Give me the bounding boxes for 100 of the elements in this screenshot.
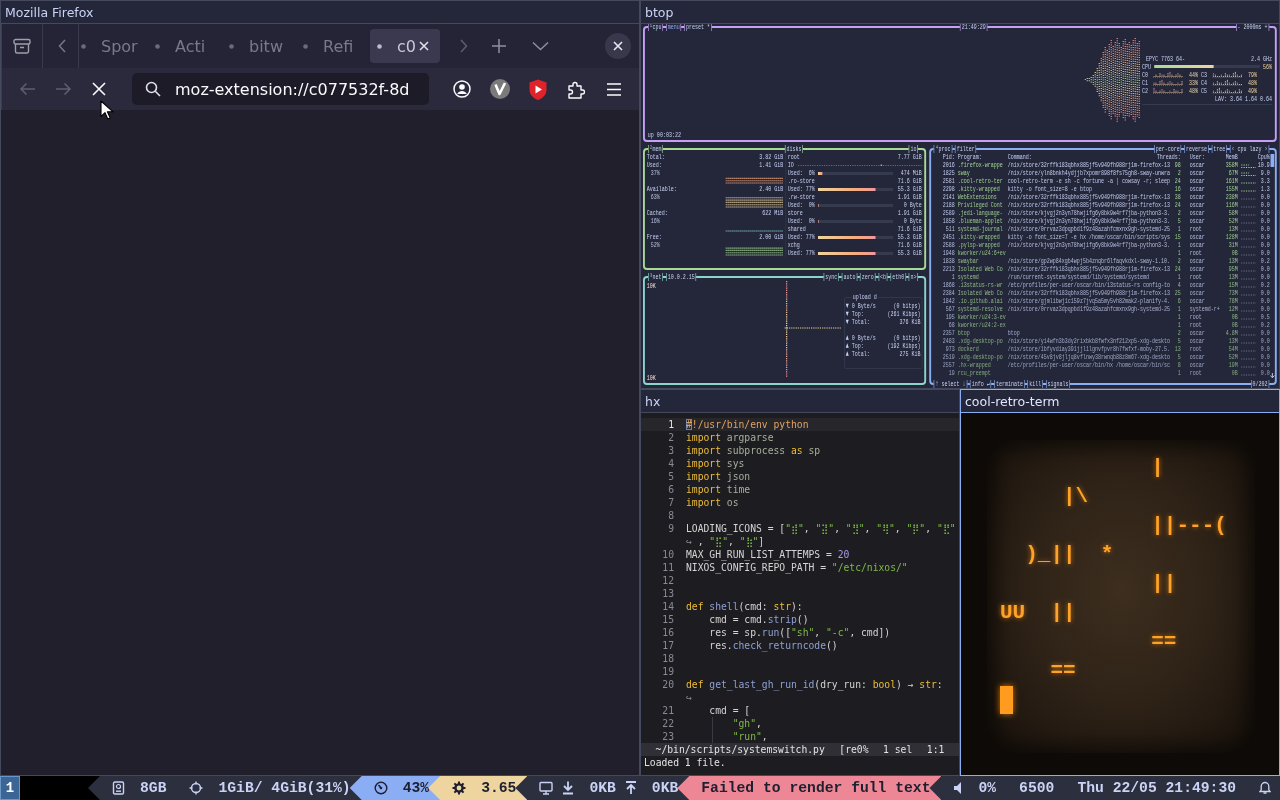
column-header[interactable]: Cpu%: [1237, 153, 1270, 161]
core-percent: 49%: [1247, 86, 1258, 95]
line-number: 7: [667, 496, 674, 509]
table-cell-text: 19M: [1227, 361, 1238, 369]
menu-button[interactable]: menu: [666, 24, 682, 31]
table-cell-text: oscar: [1188, 177, 1206, 185]
scrollbar-thumb[interactable]: [1270, 154, 1275, 167]
net-option[interactable]: eth0: [890, 273, 906, 281]
table-cell-text: 2213: [941, 265, 955, 273]
used-label: Used:: [787, 201, 803, 209]
net-option[interactable]: auto: [841, 273, 858, 281]
table-cell: /nix/store/32rffk183qbhx885jf5v949fh988rj1m-firefox-13: [1007, 289, 1170, 297]
table-cell-text: 0.2: [1259, 257, 1270, 265]
sort-option[interactable]: per-core: [1154, 145, 1182, 153]
table-cell-text: 511: [944, 225, 955, 233]
line-number: 16: [661, 626, 674, 639]
table-cell-text: 15M: [1227, 281, 1238, 289]
disk-name: xchg: [787, 241, 800, 249]
table-cell-text: oscar: [1188, 233, 1206, 241]
memory-value: 2.40 GiB: [759, 185, 784, 193]
table-cell-text: swaybar: [956, 257, 979, 265]
column-header[interactable]: Command:: [1007, 153, 1032, 161]
terminal-text: )_|| *: [1025, 542, 1114, 568]
net-option[interactable]: <b: [878, 273, 888, 281]
preset-button[interactable]: preset *: [684, 24, 712, 31]
table-cell-text: root: [1188, 225, 1203, 233]
core-label: C2: [1142, 86, 1150, 95]
table-cell-text: root: [1188, 321, 1203, 329]
memory-label: Used:: [646, 161, 662, 169]
tab[interactable]: Refi: [296, 29, 366, 63]
table-cell-text: 8: [1176, 361, 1181, 369]
core-label: C4: [1201, 78, 1209, 87]
table-cell-text: 2016: [941, 161, 955, 169]
terminal-text: UU ||: [1000, 600, 1076, 626]
code-line: NIXOS_CONFIG_REPO_PATH = "/etc/nixos/": [686, 561, 908, 574]
table-cell-text: 155M: [1224, 185, 1238, 193]
traffic-label: ▼ Total:: [845, 318, 870, 326]
table-cell-text: oscar: [1188, 169, 1206, 177]
column-header[interactable]: MemB: [1219, 153, 1238, 161]
column-header[interactable]: Program:: [954, 153, 1008, 161]
action-button[interactable]: info ↵: [970, 380, 992, 388]
sort-option[interactable]: reverse: [1184, 145, 1209, 153]
address-field[interactable]: moz-extension://c077532f-8d: [132, 73, 429, 105]
table-cell-text: oscar: [1188, 289, 1206, 297]
close-icon: [613, 41, 623, 51]
column-header[interactable]: Pid:: [930, 153, 955, 161]
filter-button[interactable]: filter: [955, 145, 977, 153]
code-line: import subprocess as sp: [686, 444, 821, 457]
table-cell: /nix/store/kjvgj2n3yn78hwjifg6y8bk9w4rf7jba-python3-3.: [1007, 241, 1170, 249]
table-cell-text: 2451: [941, 233, 955, 241]
close-button[interactable]: [605, 33, 631, 59]
column-header[interactable]: User:: [1180, 153, 1220, 161]
workspace-button[interactable]: 1: [0, 776, 20, 800]
close-icon: [419, 41, 429, 51]
table-cell: /etc/profiles/per-user/oscar/bin/hx /home/oscar/bin/sc: [1007, 361, 1170, 369]
chip-icon: [189, 781, 204, 795]
cursor-position: 1:1: [926, 743, 945, 756]
tab[interactable]: c0: [370, 29, 440, 63]
sort-option[interactable]: tree: [1211, 145, 1227, 153]
table-cell-text: 0.0: [1259, 265, 1270, 273]
table-cell: /nix/store/32rffk183qbhx885jf5v949fh988rj1m-firefox-13: [1007, 265, 1170, 273]
net-option[interactable]: n>: [908, 273, 919, 281]
net-option[interactable]: zero: [860, 273, 876, 281]
disk-name: .ro-store: [787, 177, 815, 185]
disk-name: shared: [787, 225, 806, 233]
memory-percent: 16%: [649, 217, 661, 225]
table-cell: /nix/store/32rffk183qbhx885jf5v949fh988rj1m-firefox-13: [1007, 161, 1170, 169]
memory-value: 3.82 GiB: [759, 153, 784, 161]
action-button[interactable]: kill: [1027, 380, 1043, 388]
action-button[interactable]: terminate: [994, 380, 1025, 388]
core-label: C5: [1201, 86, 1209, 95]
code-line: cmd = cmd.strip(): [709, 613, 809, 626]
action-button[interactable]: signals: [1045, 380, 1071, 388]
table-cell-text: oscar: [1188, 241, 1206, 249]
action-button[interactable]: ↑ select ↓: [933, 380, 968, 388]
table-cell-text: 13: [1173, 345, 1181, 353]
table-cell-text: 0.2: [1259, 281, 1270, 289]
column-header[interactable]: Threads:: [1156, 153, 1181, 161]
table-cell-text: oscar: [1188, 193, 1206, 201]
table-cell-text: systemd-r+: [1188, 305, 1220, 313]
tab[interactable]: bitw: [222, 29, 292, 63]
tab[interactable]: Acti: [148, 29, 218, 63]
sort-option[interactable]: ‹ cpu lazy ›: [1229, 145, 1270, 153]
core-percent: 79%: [1247, 70, 1258, 79]
search-icon: [145, 81, 161, 97]
traffic-value: (0 bitps): [893, 302, 921, 310]
table-cell-text: 0.2: [1259, 321, 1270, 329]
tab[interactable]: Spor: [79, 29, 144, 63]
panel-title: ³net: [647, 273, 664, 281]
table-cell-text: 1: [1176, 273, 1181, 281]
table-cell-text: 1.3: [1259, 185, 1270, 193]
net-option[interactable]: sync: [823, 273, 839, 281]
line-number: 17: [661, 639, 674, 652]
table-cell-text: 3.3: [1259, 177, 1270, 185]
table-cell-text: 4: [1176, 281, 1181, 289]
update-interval[interactable]: - 2000ms +: [1235, 24, 1270, 31]
table-cell-text: oscar: [1188, 209, 1206, 217]
line-number: 3: [667, 444, 674, 457]
window-title: hx: [645, 393, 661, 409]
traffic-value: (0 bitps): [893, 334, 921, 342]
